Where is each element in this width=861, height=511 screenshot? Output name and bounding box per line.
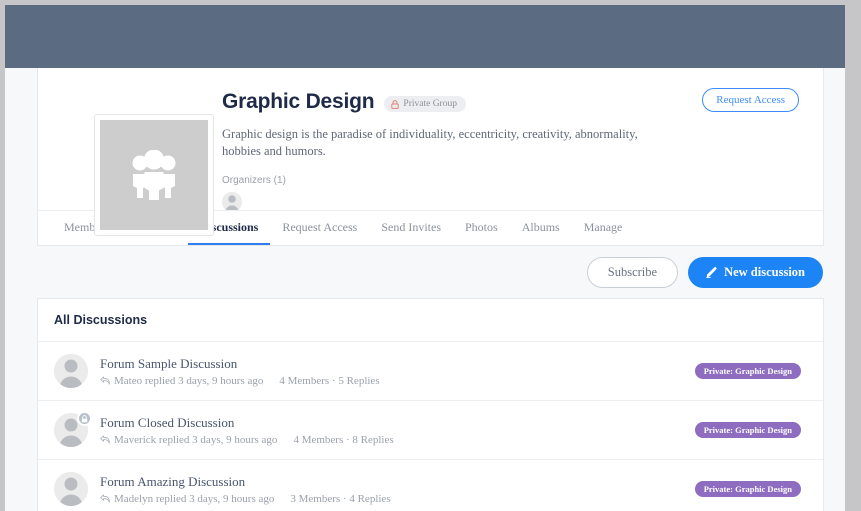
- page-title: Graphic Design: [222, 90, 375, 113]
- discussion-meta: Maverick replied 3 days, 9 hours ago 4 M…: [100, 434, 695, 446]
- status-badge: Private: Graphic Design: [694, 481, 801, 497]
- status-badge: Private: Graphic Design: [694, 422, 801, 438]
- discussion-avatar-wrap: [54, 354, 88, 388]
- group-profile-card: Request Access Graphic Design Private Gr…: [37, 68, 824, 236]
- tab-photos[interactable]: Photos: [453, 211, 510, 245]
- organizer-avatar-list: [222, 191, 799, 212]
- discussion-meta: Madelyn replied 3 days, 9 hours ago 3 Me…: [100, 493, 695, 505]
- tab-request-access-label: Request Access: [282, 219, 358, 234]
- site-header-band: [5, 5, 845, 68]
- tab-albums-label: Albums: [521, 219, 560, 234]
- discussion-avatar-wrap: [54, 472, 88, 506]
- discussion-reply-info: Mateo replied 3 days, 9 hours ago: [114, 374, 264, 387]
- tab-send-invites-label: Send Invites: [381, 219, 441, 234]
- user-avatar-icon: [54, 472, 88, 506]
- discussion-counts: 4 Members · 5 Replies: [279, 374, 380, 387]
- avatar[interactable]: [54, 354, 88, 388]
- lock-icon: [391, 99, 400, 109]
- tab-manage-label: Manage: [583, 219, 623, 234]
- status-badge: Private: Graphic Design: [694, 363, 801, 379]
- new-discussion-label: New discussion: [724, 264, 805, 279]
- new-discussion-button[interactable]: New discussion: [688, 256, 823, 288]
- discussion-body: Forum Amazing Discussion Madelyn replied…: [100, 474, 695, 505]
- avatar[interactable]: [54, 472, 88, 506]
- discussion-title[interactable]: Forum Sample Discussion: [100, 356, 695, 372]
- discussions-card: All Discussions Forum Sample Discussion: [37, 298, 824, 511]
- discussions-action-bar: Subscribe New discussion: [37, 246, 824, 298]
- group-people-icon: [132, 150, 176, 200]
- avatar[interactable]: [222, 191, 242, 212]
- discussion-body: Forum Sample Discussion Mateo replied 3 …: [100, 356, 695, 387]
- reply-arrow-icon: [100, 435, 110, 444]
- tab-albums[interactable]: Albums: [510, 211, 572, 245]
- discussion-avatar-wrap: [54, 411, 92, 447]
- user-avatar-icon: [54, 354, 88, 388]
- tab-photos-label: Photos: [465, 219, 498, 234]
- user-avatar-icon: [222, 191, 242, 212]
- group-description: Graphic design is the paradise of indivi…: [222, 127, 638, 158]
- group-avatar-image: [100, 120, 208, 230]
- discussions-header: All Discussions: [38, 299, 823, 342]
- pencil-edit-icon: [706, 267, 717, 278]
- group-avatar[interactable]: [94, 114, 214, 236]
- discussion-reply-info: Maverick replied 3 days, 9 hours ago: [114, 433, 278, 446]
- organizers-label: Organizers (1): [222, 174, 286, 186]
- table-row[interactable]: Forum Amazing Discussion Madelyn replied…: [38, 460, 823, 511]
- subscribe-button[interactable]: Subscribe: [586, 256, 679, 288]
- privacy-status-badge: Private Group: [384, 96, 466, 112]
- discussion-body: Forum Closed Discussion Maverick replied…: [100, 415, 695, 446]
- discussion-title[interactable]: Forum Closed Discussion: [100, 415, 695, 431]
- table-row[interactable]: Forum Sample Discussion Mateo replied 3 …: [38, 342, 823, 401]
- table-row[interactable]: Forum Closed Discussion Maverick replied…: [38, 401, 823, 460]
- discussion-meta: Mateo replied 3 days, 9 hours ago 4 Memb…: [100, 375, 695, 387]
- app-root: Request Access Graphic Design Private Gr…: [0, 0, 861, 511]
- privacy-badge-label: Private Group: [403, 99, 457, 109]
- tab-manage[interactable]: Manage: [572, 211, 635, 245]
- discussion-counts: 4 Members · 8 Replies: [293, 433, 394, 446]
- request-access-button[interactable]: Request Access: [702, 88, 799, 112]
- closed-lock-icon: [77, 411, 92, 426]
- lock-icon: [81, 414, 88, 422]
- discussion-title[interactable]: Forum Amazing Discussion: [100, 474, 695, 490]
- discussion-reply-info: Madelyn replied 3 days, 9 hours ago: [114, 492, 275, 505]
- tab-send-invites[interactable]: Send Invites: [369, 211, 453, 245]
- discussion-counts: 3 Members · 4 Replies: [290, 492, 391, 505]
- reply-arrow-icon: [100, 494, 110, 503]
- reply-arrow-icon: [100, 376, 110, 385]
- tab-request-access[interactable]: Request Access: [270, 211, 369, 245]
